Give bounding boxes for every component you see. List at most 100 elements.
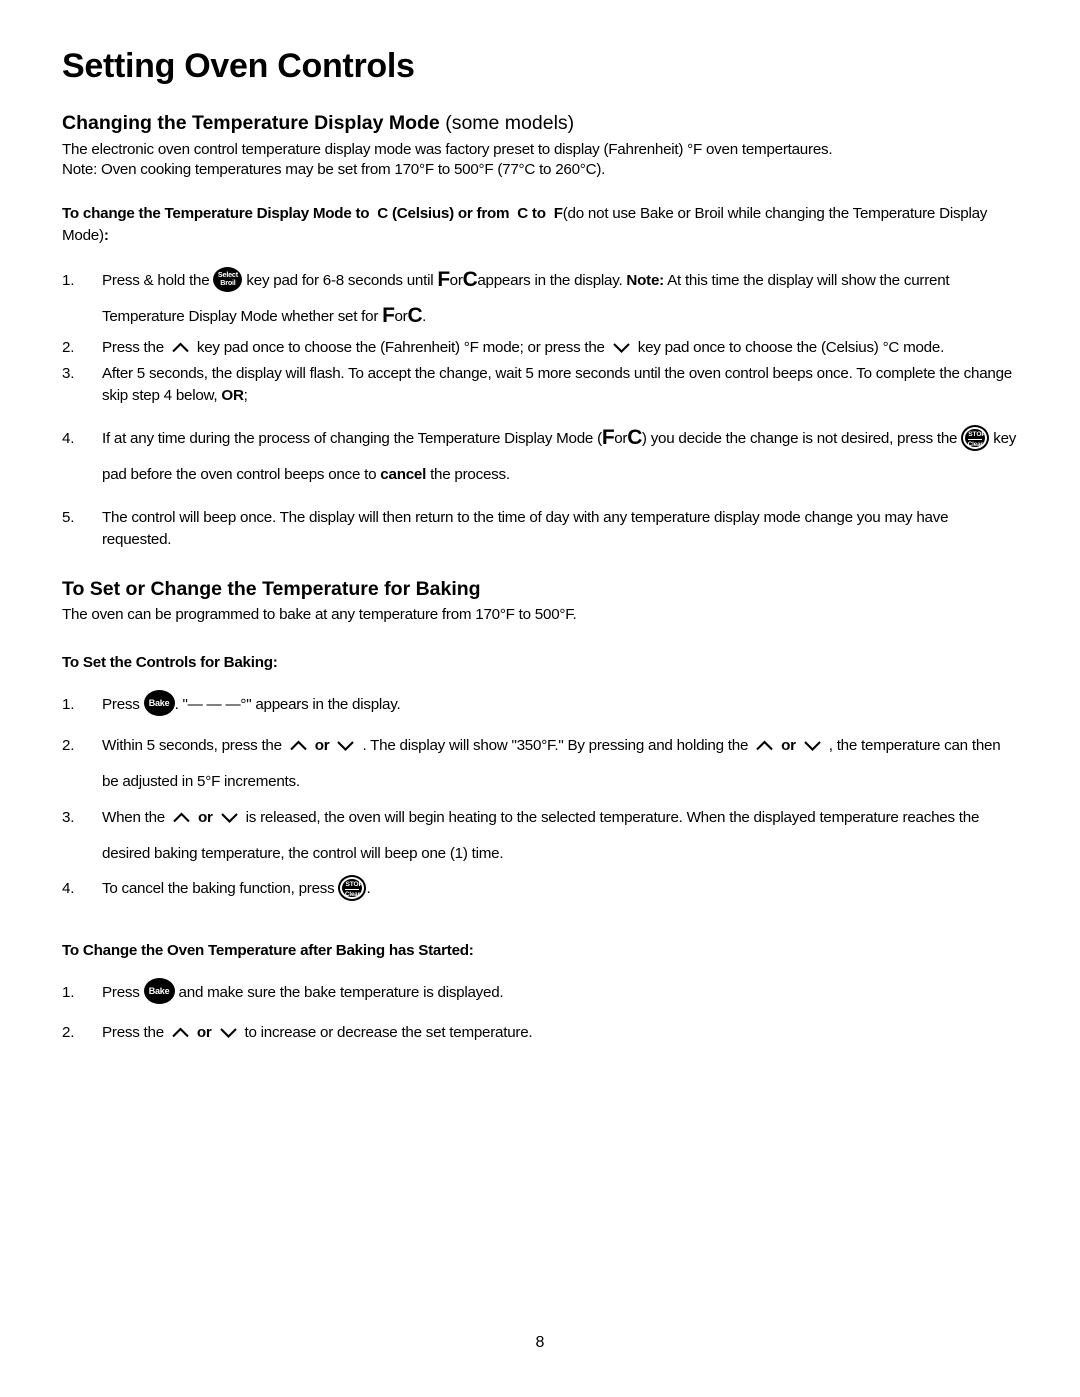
stop-clear-inner: STOP Clear — [965, 428, 986, 448]
section-heading-baking: To Set or Change the Temperature for Bak… — [62, 577, 481, 600]
bold-or: or — [781, 736, 796, 754]
section-heading-light-part: (some models) — [445, 112, 575, 135]
bake-keypad[interactable]: Bake — [143, 689, 175, 716]
clear-label: Clear — [344, 890, 360, 898]
bake-label: Bake — [148, 985, 170, 996]
chevron-up-icon[interactable] — [172, 812, 191, 823]
display-mode-step-list: 1. Press & hold the Select Broil key pad f… — [60, 263, 1020, 551]
step-text: or — [614, 429, 628, 447]
list-item: 2. Within 5 seconds, press the or . The d… — [60, 728, 1020, 800]
step-number: 1. — [62, 695, 75, 713]
step-text: Press — [102, 983, 140, 1001]
baking-step-list-2: 1. Press Bake and make sure the bake temp… — [60, 977, 1020, 1048]
bake-keypad[interactable]: Bake — [143, 977, 175, 1004]
step-text: ; — [243, 386, 248, 404]
chevron-up-icon[interactable] — [755, 740, 774, 751]
chevron-down-icon[interactable] — [219, 1027, 238, 1038]
stop-label: STOP — [345, 881, 363, 891]
chevron-down-icon[interactable] — [220, 812, 239, 823]
stop-label: STOP — [968, 431, 986, 441]
clear-label: Clear — [967, 440, 983, 448]
step-number: 4. — [62, 429, 75, 447]
step-text: ) you decide the change is not desired, … — [641, 429, 958, 447]
chevron-up-icon[interactable] — [171, 1027, 190, 1038]
step-text: Press — [102, 695, 140, 713]
step-text: to increase or decrease the set temperat… — [244, 1023, 533, 1041]
lead-text-b: (Celsius) or from — [392, 204, 510, 222]
list-item: 4. To cancel the baking function, press S… — [60, 874, 1020, 904]
step-text: or — [394, 307, 408, 325]
list-item: 2. Press the key pad once to choose the (… — [60, 337, 1020, 359]
display-glyph-f: F — [437, 268, 450, 292]
step-text: When the — [102, 808, 166, 826]
bold-cancel: cancel — [380, 465, 427, 483]
select-broil-label-line2: Broil — [220, 278, 236, 288]
bold-or: or — [314, 736, 330, 754]
chevron-down-icon[interactable] — [612, 342, 631, 353]
select-broil-keypad[interactable]: Select Broil — [213, 266, 243, 292]
display-glyph-c: C — [462, 268, 478, 292]
step-text: and make sure the bake temperature is di… — [178, 983, 504, 1001]
step-text: Press the — [102, 338, 164, 356]
step-number: 3. — [62, 364, 75, 382]
list-item: 3. When the or is released, the oven will… — [60, 800, 1020, 872]
step-number: 5. — [62, 508, 75, 526]
display-mode-lead: To change the Temperature Display Mode t… — [62, 203, 1020, 247]
chevron-down-icon[interactable] — [336, 740, 355, 751]
step-text: . — [366, 879, 371, 897]
display-glyph-f2: F — [382, 304, 395, 328]
chevron-up-icon[interactable] — [289, 740, 308, 751]
step-text: . — [422, 307, 427, 325]
sub-heading-set-controls: To Set the Controls for Baking: — [62, 652, 1020, 674]
list-item: 1. Press Bake and make sure the bake temp… — [60, 977, 1020, 1008]
sub-heading-change-temp-text: To Change the Oven Temperature after Bak… — [62, 941, 474, 959]
step-number: 1. — [62, 271, 75, 289]
chevron-down-icon[interactable] — [803, 740, 822, 751]
document-page: Setting Oven Controls Changing the Tempe… — [0, 0, 1080, 1397]
bold-or: OR — [221, 386, 244, 404]
step-number: 2. — [62, 736, 75, 754]
section-heading-display-mode: Changing the Temperature Display Mode (s… — [62, 111, 1020, 135]
step-text: To cancel the baking function, press — [102, 879, 335, 897]
stop-clear-keypad[interactable]: STOP Clear — [338, 874, 367, 901]
list-item: 4. If at any time during the process of c… — [60, 421, 1020, 493]
bake-label: Bake — [148, 697, 170, 708]
intro-line-2: Note: Oven cooking temperatures may be s… — [62, 161, 606, 179]
step-number: 3. — [62, 808, 75, 826]
lead-glyph-c1: C — [377, 204, 389, 222]
chevron-up-icon[interactable] — [171, 342, 190, 353]
select-broil-label-line1: Select — [217, 269, 238, 279]
page-number: 8 — [535, 1334, 545, 1351]
step-text: appears in the display. — [477, 271, 623, 289]
page-title: Setting Oven Controls — [62, 47, 415, 85]
lead-colon: : — [103, 226, 109, 244]
step-text: . "— — —°" appears in the display. — [174, 695, 401, 713]
stop-clear-inner: STOP Clear — [342, 878, 363, 898]
step-text: key pad once to choose the (Celsius) °C … — [637, 338, 945, 356]
display-mode-intro: The electronic oven control temperature … — [60, 140, 1020, 181]
step-text: Within 5 seconds, press the — [102, 736, 282, 754]
list-item: 1. Press Bake . "— — —°" appears in the di… — [60, 689, 1020, 720]
display-glyph-c2: C — [407, 304, 423, 328]
list-item: 1. Press & hold the Select Broil key pad f… — [60, 263, 1020, 335]
baking-step-list-1: 1. Press Bake . "— — —°" appears in the di… — [60, 689, 1020, 904]
step-number: 4. — [62, 879, 75, 897]
step-text: key pad for 6-8 seconds until — [246, 271, 434, 289]
sub-heading-set-controls-text: To Set the Controls for Baking: — [62, 653, 278, 671]
step-number: 1. — [62, 983, 75, 1001]
step-number: 2. — [62, 1023, 75, 1041]
stop-clear-keypad[interactable]: STOP Clear — [961, 424, 990, 451]
step-number: 2. — [62, 338, 75, 356]
step-text: The control will beep once. The display … — [102, 508, 949, 548]
step-text: Press & hold the — [102, 271, 210, 289]
bold-or: or — [196, 1023, 212, 1041]
list-item: 3. After 5 seconds, the display will flas… — [60, 363, 1020, 407]
step-text: . The display will show "350°F." By pres… — [362, 736, 749, 754]
display-glyph-f: F — [601, 426, 615, 450]
bold-or: or — [197, 808, 213, 826]
lead-glyph-f1: F — [553, 204, 563, 222]
step-text: If at any time during the process of cha… — [102, 429, 602, 447]
note-label: Note: — [626, 271, 664, 289]
baking-intro: The oven can be programmed to bake at an… — [62, 606, 577, 624]
step-text: Press the — [102, 1023, 164, 1041]
